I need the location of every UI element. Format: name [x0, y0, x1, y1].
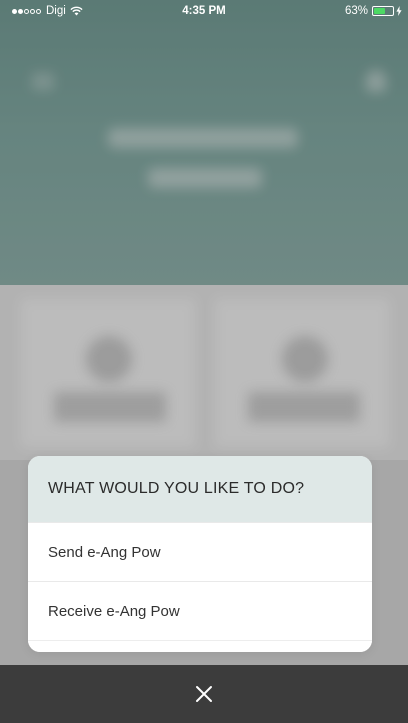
phone-screen: Digi 4:35 PM 63% WHAT WOULD YOU LIKE TO … — [0, 0, 408, 723]
close-icon — [196, 686, 212, 702]
status-bar: Digi 4:35 PM 63% — [0, 0, 408, 24]
status-bar-right: 63% — [345, 5, 402, 17]
receive-e-ang-pow-option[interactable]: Receive e-Ang Pow — [28, 581, 372, 640]
close-button[interactable] — [190, 680, 218, 708]
battery-percentage: 63% — [344, 5, 368, 17]
action-sheet-title: WHAT WOULD YOU LIKE TO DO? — [28, 456, 372, 522]
action-sheet: WHAT WOULD YOU LIKE TO DO? Send e-Ang Po… — [28, 456, 372, 652]
battery-level-fill — [374, 8, 385, 14]
battery-icon — [372, 6, 394, 16]
charging-icon — [396, 6, 402, 16]
send-e-ang-pow-option[interactable]: Send e-Ang Pow — [28, 522, 372, 581]
action-sheet-footer — [28, 640, 372, 652]
